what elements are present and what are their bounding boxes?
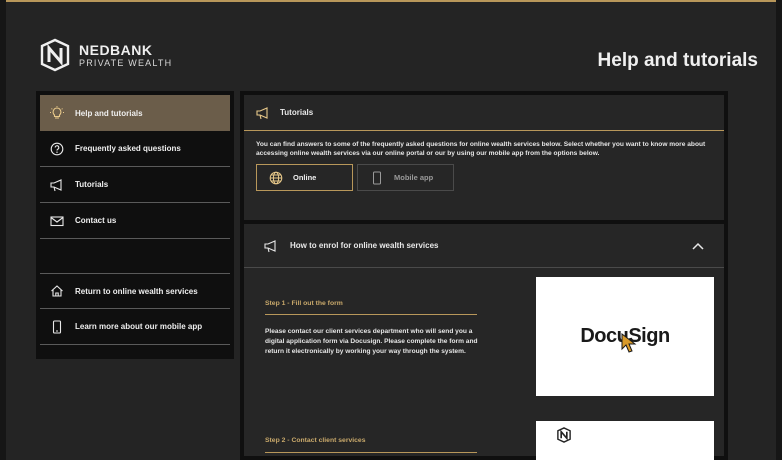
sidebar-item-tutorials[interactable]: Tutorials [40,167,230,203]
nedbank-logo-icon [557,427,571,443]
lightbulb-icon [50,106,64,120]
sidebar-item-label: Contact us [75,216,117,225]
globe-icon [269,171,283,185]
mobile-icon [370,171,384,185]
megaphone-icon [264,239,278,253]
tutorials-card: Tutorials You can find answers to some o… [244,95,724,220]
step-1-divider [265,314,477,315]
nedbank-logo-icon [40,38,70,72]
sidebar-item-label: Tutorials [75,180,109,189]
question-circle-icon [50,142,64,156]
megaphone-icon [50,178,64,192]
home-icon [50,284,64,298]
content-panel: Tutorials You can find answers to some o… [240,91,728,460]
mobile-app-option-label: Mobile app [394,173,434,183]
page-title: Help and tutorials [597,50,758,71]
nedbank-form-image [536,421,714,460]
sidebar-item-label: Frequently asked questions [75,144,181,153]
step-1-title: Step 1 - Fill out the form [265,300,343,307]
tutorials-heading: Tutorials [280,108,314,117]
sidebar: Help and tutorials Frequently asked ques… [36,91,234,359]
nedbank-logo[interactable]: NEDBANK PRIVATE WEALTH [38,38,172,72]
sidebar-item-mobile-app[interactable]: Learn more about our mobile app [40,309,230,345]
mobile-icon [50,319,64,334]
sidebar-item-faq[interactable]: Frequently asked questions [40,131,230,167]
mobile-app-option-button[interactable]: Mobile app [357,164,454,192]
chevron-up-icon[interactable] [690,238,706,254]
sidebar-item-label: Return to online wealth services [75,286,198,296]
online-option-label: Online [293,173,317,183]
enrol-heading: How to enrol for online wealth services [290,241,439,250]
brand-subtitle: PRIVATE WEALTH [79,57,173,68]
sidebar-item-contact-us[interactable]: Contact us [40,203,230,239]
sidebar-item-label: Help and tutorials [75,108,143,118]
envelope-icon [50,214,64,228]
enrol-accordion-header[interactable]: How to enrol for online wealth services [244,224,724,268]
online-option-button[interactable]: Online [256,164,353,192]
sidebar-item-label: Learn more about our mobile app [75,322,203,331]
mouse-pointer-icon [621,333,637,353]
sidebar-item-help-and-tutorials[interactable]: Help and tutorials [40,95,230,131]
brand-name: NEDBANK [79,41,153,58]
step-2-divider [265,452,477,453]
step-2-title: Step 2 - Contact client services [265,437,366,444]
megaphone-icon [256,106,270,120]
sidebar-item-return-to-online-wealth[interactable]: Return to online wealth services [40,273,230,309]
platform-selector: Online Mobile app [244,158,724,192]
tutorials-description: You can find answers to some of the freq… [256,141,706,157]
step-1-body: Please contact our client services depar… [265,328,478,355]
tutorials-header: Tutorials [244,95,724,131]
